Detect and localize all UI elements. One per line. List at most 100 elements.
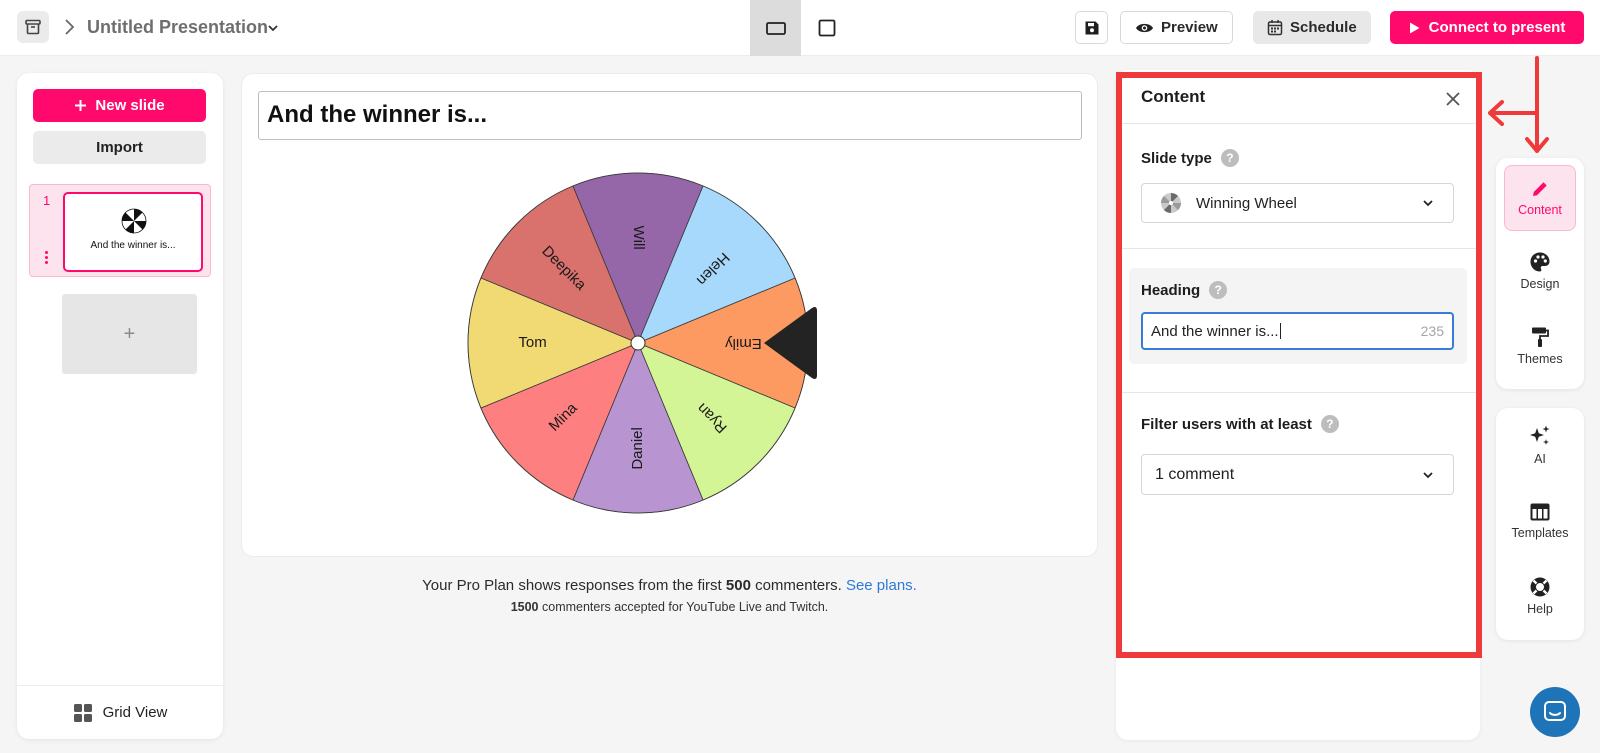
rail-design-button[interactable]: Design bbox=[1504, 238, 1576, 304]
home-button[interactable] bbox=[17, 11, 49, 43]
plan-note: Your Pro Plan shows responses from the f… bbox=[241, 577, 1098, 594]
new-slide-label: New slide bbox=[95, 97, 165, 114]
arrow-left bbox=[1488, 100, 1539, 126]
plan-note-suffix: commenters. bbox=[750, 577, 846, 594]
schedule-label: Schedule bbox=[1290, 19, 1357, 36]
top-bar: Untitled Presentation Preview Schedule C… bbox=[0, 0, 1600, 56]
templates-icon bbox=[1530, 503, 1550, 521]
save-button[interactable] bbox=[1075, 11, 1108, 44]
slide-canvas: And the winner is... Emily Ryan Daniel Mina… bbox=[241, 73, 1098, 557]
grid-view-label: Grid View bbox=[102, 704, 168, 721]
rail-templates-label: Templates bbox=[1511, 526, 1569, 540]
rail-ai-label: AI bbox=[1534, 452, 1546, 466]
schedule-button[interactable]: Schedule bbox=[1253, 11, 1371, 44]
rail-templates-button[interactable]: Templates bbox=[1504, 488, 1576, 554]
play-icon bbox=[1409, 22, 1420, 33]
slide-thumbnail[interactable]: And the winner is... bbox=[63, 192, 203, 272]
palette-icon bbox=[1530, 252, 1550, 272]
slide-type-label-text: Slide type bbox=[1141, 149, 1212, 167]
preview-button[interactable]: Preview bbox=[1120, 11, 1233, 44]
divider bbox=[1122, 123, 1476, 124]
wheel-thumbnail-icon bbox=[121, 208, 147, 234]
plan-subnote: 1500 commenters accepted for YouTube Liv… bbox=[241, 600, 1098, 614]
rail-help-button[interactable]: Help bbox=[1504, 563, 1576, 629]
content-panel-title: Content bbox=[1141, 87, 1206, 106]
rail-content-button[interactable]: Content bbox=[1504, 165, 1576, 231]
filter-label: Filter users with at least ? bbox=[1141, 415, 1339, 433]
filter-label-text: Filter users with at least bbox=[1141, 415, 1312, 433]
eye-icon bbox=[1136, 23, 1153, 32]
chat-icon bbox=[1544, 701, 1566, 721]
help-icon[interactable]: ? bbox=[1220, 149, 1239, 167]
character-counter: 235 bbox=[1420, 323, 1444, 339]
slide-thumbnail-title: And the winner is... bbox=[90, 240, 176, 251]
lifebuoy-icon bbox=[1530, 577, 1550, 597]
breadcrumb-chevron-icon bbox=[65, 19, 75, 35]
connect-to-present-button[interactable]: Connect to present bbox=[1390, 11, 1584, 44]
slide-options-icon[interactable] bbox=[45, 251, 48, 264]
wheel-hub bbox=[630, 335, 646, 351]
chevron-down-icon[interactable] bbox=[266, 21, 280, 35]
filter-value: 1 comment bbox=[1155, 465, 1235, 483]
paint-roller-icon bbox=[1532, 327, 1549, 347]
wheel-label-will: Will bbox=[630, 226, 647, 250]
slide-type-select[interactable]: Winning Wheel bbox=[1141, 183, 1454, 223]
filter-select[interactable]: 1 comment bbox=[1141, 454, 1454, 495]
right-rail-bottom: AI Templates Help bbox=[1496, 408, 1584, 640]
heading-label: Heading ? bbox=[1141, 281, 1228, 299]
help-icon[interactable]: ? bbox=[1209, 281, 1228, 299]
plan-sub-count: 1500 bbox=[510, 600, 539, 614]
import-button[interactable]: Import bbox=[33, 131, 206, 164]
layout-wide-button[interactable] bbox=[750, 0, 801, 56]
wheel-label-emily: Emily bbox=[725, 335, 762, 352]
arrow-down bbox=[1525, 56, 1549, 153]
slides-panel: New slide Import 1 And the winner is... … bbox=[17, 73, 223, 739]
winning-wheel[interactable]: EmilyRyanDanielMinaTomDeepikaWillHelen bbox=[242, 74, 1099, 558]
calendar-icon bbox=[1267, 20, 1283, 36]
wheel-label-tom: Tom bbox=[518, 334, 546, 351]
chevron-down-icon bbox=[1423, 200, 1433, 207]
heading-input[interactable]: And the winner is... 235 bbox=[1141, 312, 1454, 350]
see-plans-link[interactable]: See plans. bbox=[846, 577, 917, 594]
wheel-label-daniel: Daniel bbox=[629, 427, 646, 470]
plan-note-prefix: Your Pro Plan shows responses from the f… bbox=[422, 577, 726, 594]
winning-wheel-icon bbox=[1161, 193, 1181, 213]
floppy-disk-icon bbox=[1085, 21, 1098, 34]
grid-view-button[interactable]: Grid View bbox=[17, 685, 223, 739]
help-icon[interactable]: ? bbox=[1320, 415, 1339, 433]
layout-square-button[interactable] bbox=[801, 0, 852, 56]
slide-number: 1 bbox=[43, 193, 51, 208]
right-rail-top: Content Design Themes bbox=[1496, 158, 1584, 389]
archive-icon bbox=[25, 19, 41, 35]
plan-sub-text: commenters accepted for YouTube Live and… bbox=[538, 600, 829, 614]
heading-field-section: Heading ? And the winner is... 235 bbox=[1129, 268, 1467, 364]
preview-label: Preview bbox=[1161, 19, 1218, 36]
heading-label-text: Heading bbox=[1141, 281, 1201, 299]
heading-input-value: And the winner is... bbox=[1151, 322, 1279, 340]
slide-type-value: Winning Wheel bbox=[1196, 194, 1297, 212]
rail-themes-label: Themes bbox=[1517, 352, 1563, 366]
rail-ai-button[interactable]: AI bbox=[1504, 412, 1576, 478]
sparkles-icon bbox=[1530, 425, 1550, 445]
content-panel: Content Slide type ? Winning Wheel Headi… bbox=[1116, 70, 1480, 740]
divider bbox=[1122, 248, 1476, 249]
text-caret bbox=[1279, 323, 1281, 339]
close-icon[interactable] bbox=[1445, 91, 1461, 107]
grid-icon bbox=[73, 703, 92, 722]
wide-screen-icon bbox=[765, 22, 786, 35]
slide-list-item[interactable]: 1 And the winner is... bbox=[29, 184, 211, 277]
rail-content-label: Content bbox=[1518, 203, 1562, 217]
chat-support-button[interactable] bbox=[1530, 687, 1580, 737]
divider bbox=[1122, 392, 1476, 393]
presentation-title[interactable]: Untitled Presentation bbox=[87, 17, 268, 38]
rail-help-label: Help bbox=[1527, 602, 1553, 616]
new-slide-button[interactable]: New slide bbox=[33, 89, 206, 122]
rail-themes-button[interactable]: Themes bbox=[1504, 313, 1576, 379]
plus-icon bbox=[75, 100, 87, 111]
square-screen-icon bbox=[818, 19, 835, 37]
chevron-down-icon bbox=[1423, 471, 1433, 478]
pencil-icon bbox=[1533, 182, 1547, 196]
add-slide-placeholder[interactable]: + bbox=[62, 294, 197, 374]
present-label: Connect to present bbox=[1428, 19, 1566, 36]
slide-type-label: Slide type ? bbox=[1141, 149, 1239, 167]
